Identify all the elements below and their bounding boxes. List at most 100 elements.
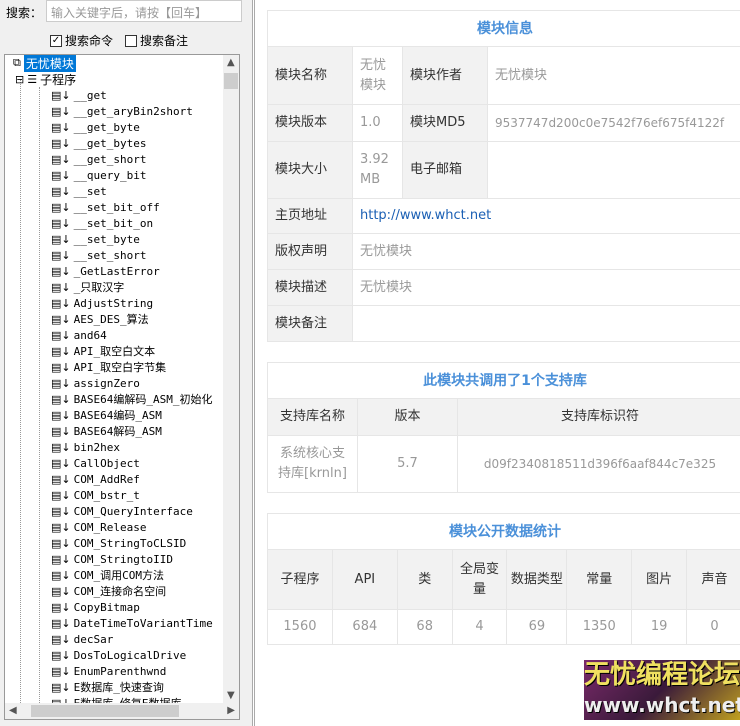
subroutine-icon: ▤↓ <box>51 216 71 230</box>
forum-watermark-logo: 无忧编程论坛 www.whct.net <box>584 660 740 720</box>
tree-item[interactable]: ▤↓ decSar <box>51 631 113 647</box>
module-md5: 9537747d200c0e7542f76ef675f4122f <box>487 104 740 142</box>
tree-item[interactable]: ▤↓ COM_StringToCLSID <box>51 535 186 551</box>
module-tree[interactable]: ⧉ 无忧模块 ⊟ ☰ 子程序 ▤↓ __get ▤↓ __get_aryBin2short ▤… <box>4 54 240 720</box>
tree-item[interactable]: ▤↓ BASE64编码_ASM <box>51 407 162 423</box>
subroutine-icon: ▤↓ <box>51 120 71 134</box>
subroutine-icon: ▤↓ <box>51 280 71 294</box>
module-name: 无忧模块 <box>352 46 403 105</box>
column-header: API <box>331 549 398 610</box>
table-row: 系统核心支持库[krnln] 5.7 d09f2340818511d396f6aaf… <box>267 435 740 493</box>
tree-item-label: bin2hex <box>73 440 120 454</box>
tree-item[interactable]: ▤↓ __get <box>51 87 107 103</box>
tree-item[interactable]: ▤↓ COM_连接命名空间 <box>51 583 166 599</box>
tree-item-label: AES_DES_算法 <box>73 313 149 326</box>
tree-item-label: __set_byte <box>73 232 140 246</box>
stats-table: 模块公开数据统计 子程序 API 类全局变量 数据类型 常量 图片 声音 1560 684 68… <box>267 513 740 645</box>
tree-item[interactable]: ▤↓ __query_bit <box>51 167 146 183</box>
tree-item[interactable]: ▤↓ AdjustString <box>51 295 153 311</box>
tree-item[interactable]: ▤↓ __set_byte <box>51 231 140 247</box>
subroutine-icon: ▤↓ <box>51 504 71 518</box>
subroutine-icon: ▤↓ <box>51 440 71 454</box>
tree-group[interactable]: ⊟ ☰ 子程序 <box>15 71 76 87</box>
tree-item[interactable]: ▤↓ COM_AddRef <box>51 471 140 487</box>
tree-item[interactable]: ▤↓ CallObject <box>51 455 140 471</box>
subroutine-icon: ▤↓ <box>51 552 71 566</box>
tree-item[interactable]: ▤↓ __set_bit_on <box>51 215 153 231</box>
module-icon: ⧉ <box>13 56 21 69</box>
tree-item-label: DateTimeToVariantTime <box>73 616 213 630</box>
tree-item-label: assignZero <box>73 376 140 390</box>
tree-item[interactable]: ▤↓ COM_StringtoIID <box>51 551 173 567</box>
tree-item[interactable]: ▤↓ API_取空白文本 <box>51 343 155 359</box>
homepage-link[interactable]: http://www.whct.net <box>352 198 740 234</box>
tree-item[interactable]: ▤↓ _只取汉字 <box>51 279 124 295</box>
tree-item[interactable]: ▤↓ __get_byte <box>51 119 140 135</box>
subroutine-icon: ▤↓ <box>51 680 71 694</box>
column-header: 数据类型 <box>506 549 568 610</box>
collapse-icon: ⊟ <box>15 72 25 86</box>
tree-item-label: __get_aryBin2short <box>73 104 193 118</box>
stat-value: 0 <box>686 609 740 645</box>
tree-item[interactable]: ▤↓ _GetLastError <box>51 263 160 279</box>
module-email <box>487 141 740 199</box>
tree-item-label: __query_bit <box>73 168 147 182</box>
tree-item[interactable]: ▤↓ __get_aryBin2short <box>51 103 193 119</box>
subroutine-icon: ▤↓ <box>51 600 71 614</box>
label: 模块描述 <box>267 269 353 306</box>
tree-root[interactable]: ⧉ 无忧模块 <box>13 55 76 72</box>
subroutine-icon: ▤↓ <box>51 328 71 342</box>
tree-item[interactable]: ▤↓ and64 <box>51 327 107 343</box>
tree-item[interactable]: ▤↓ DateTimeToVariantTime <box>51 615 213 631</box>
tree-item[interactable]: ▤↓ API_取空白字节集 <box>51 359 166 375</box>
search-commands-checkbox[interactable]: ✓ 搜索命令 <box>50 32 113 49</box>
stat-value: 1350 <box>566 609 633 645</box>
tree-item[interactable]: ▤↓ COM_QueryInterface <box>51 503 193 519</box>
tree-item-label: COM_AddRef <box>73 472 140 486</box>
tree-item-label: AdjustString <box>73 296 154 310</box>
tree-item[interactable]: ▤↓ assignZero <box>51 375 140 391</box>
search-notes-checkbox[interactable]: 搜索备注 <box>125 32 188 49</box>
tree-group-label: 子程序 <box>40 72 77 87</box>
module-detail-panel: 模块信息 模块名称 无忧模块 模块作者 无忧模块 模块版本 1.0 模块MD5 953774… <box>252 0 740 726</box>
description: 无忧模块 <box>352 269 740 306</box>
remark <box>352 305 740 342</box>
tree-item-label: API_取空白文本 <box>73 345 156 358</box>
tree-item[interactable]: ▤↓ CopyBitmap <box>51 599 140 615</box>
tree-item[interactable]: ▤↓ bin2hex <box>51 439 120 455</box>
tree-item[interactable]: ▤↓ DosToLogicalDrive <box>51 647 186 663</box>
tree-item[interactable]: ▤↓ COM_调用COM方法 <box>51 567 164 583</box>
tree-item[interactable]: ▤↓ __get_bytes <box>51 135 146 151</box>
tree-item[interactable]: ▤↓ BASE64解码_ASM <box>51 423 162 439</box>
tree-item-label: API_取空白字节集 <box>73 361 167 374</box>
checkbox-label: 搜索备注 <box>140 34 189 48</box>
subroutine-icon: ▤↓ <box>51 472 71 486</box>
tree-item[interactable]: ▤↓ E数据库_快速查询 <box>51 679 164 695</box>
checkbox-unchecked-icon <box>125 34 137 47</box>
tree-item[interactable]: ▤↓ COM_Release <box>51 519 146 535</box>
tree-item[interactable]: ▤↓ __set_bit_off <box>51 199 160 215</box>
vertical-scrollbar[interactable]: ▲ ▼ <box>223 55 239 703</box>
column-header: 版本 <box>357 398 458 436</box>
search-input[interactable]: 输入关键字后，请按【回车】 <box>46 0 242 22</box>
tree-item[interactable]: ▤↓ __set <box>51 183 107 199</box>
support-library-table: 此模块共调用了1个支持库 支持库名称 版本 支持库标识符 系统核心支持库[krnln… <box>267 362 740 493</box>
tree-item[interactable]: ▤↓ COM_bstr_t <box>51 487 140 503</box>
tree-item-label: COM_QueryInterface <box>73 504 193 518</box>
tree-item-label: decSar <box>73 632 114 646</box>
tree-item[interactable]: ▤↓ __get_short <box>51 151 146 167</box>
left-panel: 搜索： 输入关键字后，请按【回车】 ✓ 搜索命令 搜索备注 ⧉ 无忧模块 ⊟ ☰ 子程序… <box>0 0 248 726</box>
subroutine-icon: ▤↓ <box>51 536 71 550</box>
subroutine-icon: ▤↓ <box>51 88 71 102</box>
tree-item[interactable]: ▤↓ AES_DES_算法 <box>51 311 149 327</box>
tree-item[interactable]: ▤↓ BASE64编解码_ASM_初始化 <box>51 391 212 407</box>
column-header: 类 <box>396 549 453 610</box>
tree-item[interactable]: ▤↓ EnumParenthwnd <box>51 663 166 679</box>
tree-item-label: __get_bytes <box>73 136 147 150</box>
tree-item-label: __get <box>73 88 107 102</box>
horizontal-scrollbar[interactable]: ◀ ▶ <box>5 703 239 719</box>
tree-item-label: __set <box>73 184 107 198</box>
tree-item-label: COM_Release <box>73 520 147 534</box>
stat-value: 69 <box>506 609 568 645</box>
tree-item[interactable]: ▤↓ __set_short <box>51 247 146 263</box>
